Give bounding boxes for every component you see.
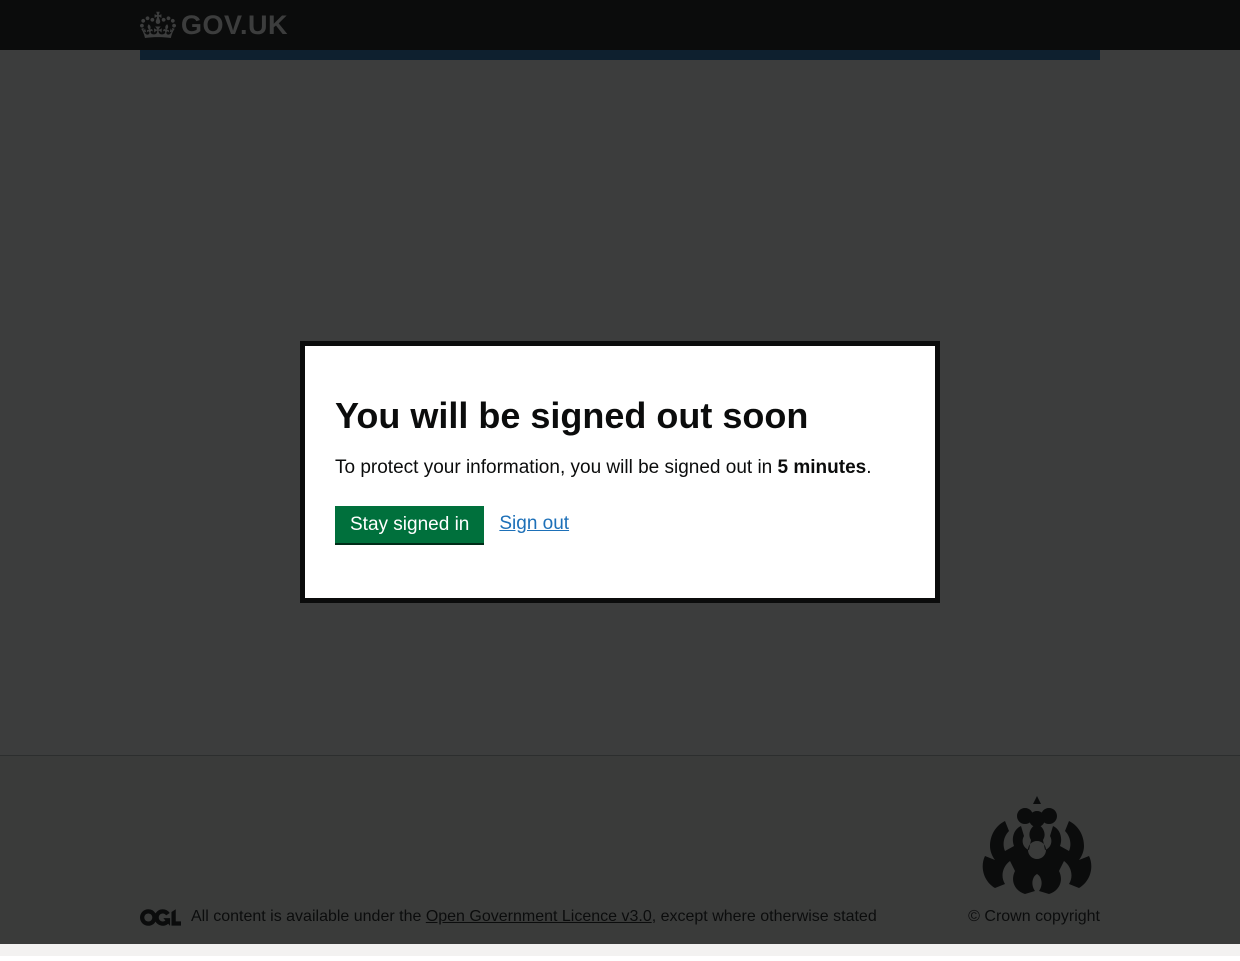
modal-heading: You will be signed out soon	[335, 396, 905, 436]
timeout-modal: You will be signed out soon To protect y…	[300, 341, 940, 602]
modal-text: To protect your information, you will be…	[335, 456, 905, 481]
sign-out-link[interactable]: Sign out	[499, 513, 569, 535]
modal-actions: Stay signed in Sign out	[335, 506, 905, 543]
modal-text-time: 5 minutes	[778, 457, 867, 478]
stay-signed-in-button[interactable]: Stay signed in	[335, 506, 484, 543]
modal-text-prefix: To protect your information, you will be…	[335, 457, 778, 478]
modal-text-suffix: .	[866, 457, 871, 478]
modal-overlay: You will be signed out soon To protect y…	[0, 0, 1240, 944]
